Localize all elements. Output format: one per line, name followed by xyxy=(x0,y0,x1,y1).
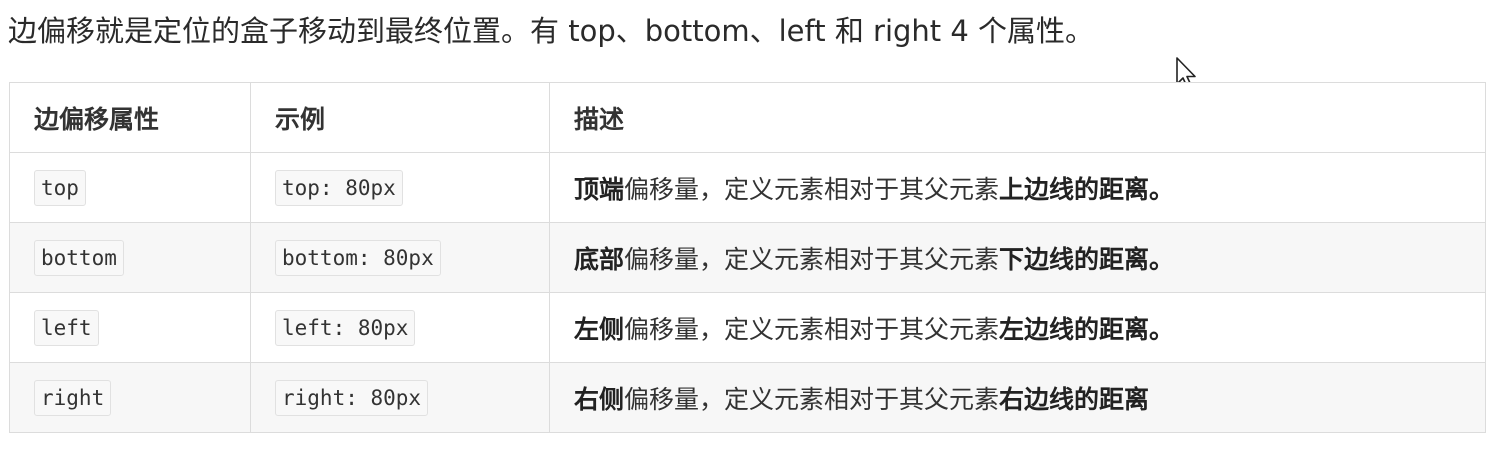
description-text: 偏移量，定义元素相对于其父元素 xyxy=(624,174,1000,204)
property-code: left xyxy=(34,309,99,346)
description-text: 偏移量，定义元素相对于其父元素 xyxy=(624,244,1000,274)
property-cell: right xyxy=(9,362,251,433)
description-tail: 下边线的距离。 xyxy=(999,244,1175,274)
example-code: bottom: 80px xyxy=(275,239,441,276)
description-cell: 右侧偏移量，定义元素相对于其父元素右边线的距离 xyxy=(549,362,1486,433)
example-code: left: 80px xyxy=(275,309,416,346)
property-cell: top xyxy=(9,152,251,223)
description-text: 偏移量，定义元素相对于其父元素 xyxy=(624,384,1000,414)
property-code: bottom xyxy=(34,239,124,276)
description-tail: 左边线的距离。 xyxy=(999,314,1175,344)
example-cell: top: 80px xyxy=(250,152,550,223)
property-cell: bottom xyxy=(9,222,251,293)
offset-properties-table: 边偏移属性 示例 描述 top top: 80px 顶端偏移量，定义元素相对于其… xyxy=(9,82,1486,433)
table-row-left: left left: 80px 左侧偏移量，定义元素相对于其父元素左边线的距离。 xyxy=(9,292,1486,363)
example-cell: right: 80px xyxy=(250,362,550,433)
example-code: top: 80px xyxy=(275,169,403,206)
intro-paragraph: 边偏移就是定位的盒子移动到最终位置。有 top、bottom、left 和 ri… xyxy=(8,14,1095,48)
table-header-row: 边偏移属性 示例 描述 xyxy=(9,82,1486,153)
description-text: 偏移量，定义元素相对于其父元素 xyxy=(624,314,1000,344)
description-cell: 底部偏移量，定义元素相对于其父元素下边线的距离。 xyxy=(549,222,1486,293)
description-cell: 左侧偏移量，定义元素相对于其父元素左边线的距离。 xyxy=(549,292,1486,363)
table-row-top: top top: 80px 顶端偏移量，定义元素相对于其父元素上边线的距离。 xyxy=(9,152,1486,223)
description-tail: 上边线的距离。 xyxy=(999,174,1175,204)
property-code: top xyxy=(34,169,86,206)
property-cell: left xyxy=(9,292,251,363)
property-code: right xyxy=(34,379,112,416)
table-row-bottom: bottom bottom: 80px 底部偏移量，定义元素相对于其父元素下边线… xyxy=(9,222,1486,293)
description-lead: 底部 xyxy=(574,244,625,274)
example-code: right: 80px xyxy=(275,379,429,416)
example-cell: left: 80px xyxy=(250,292,550,363)
example-cell: bottom: 80px xyxy=(250,222,550,293)
table-row-right: right right: 80px 右侧偏移量，定义元素相对于其父元素右边线的距… xyxy=(9,362,1486,433)
description-lead: 顶端 xyxy=(574,174,625,204)
description-lead: 右侧 xyxy=(574,384,625,414)
header-example: 示例 xyxy=(250,82,550,153)
description-cell: 顶端偏移量，定义元素相对于其父元素上边线的距离。 xyxy=(549,152,1486,223)
header-property: 边偏移属性 xyxy=(9,82,251,153)
header-description: 描述 xyxy=(549,82,1486,153)
description-tail: 右边线的距离 xyxy=(999,384,1150,414)
description-lead: 左侧 xyxy=(574,314,625,344)
